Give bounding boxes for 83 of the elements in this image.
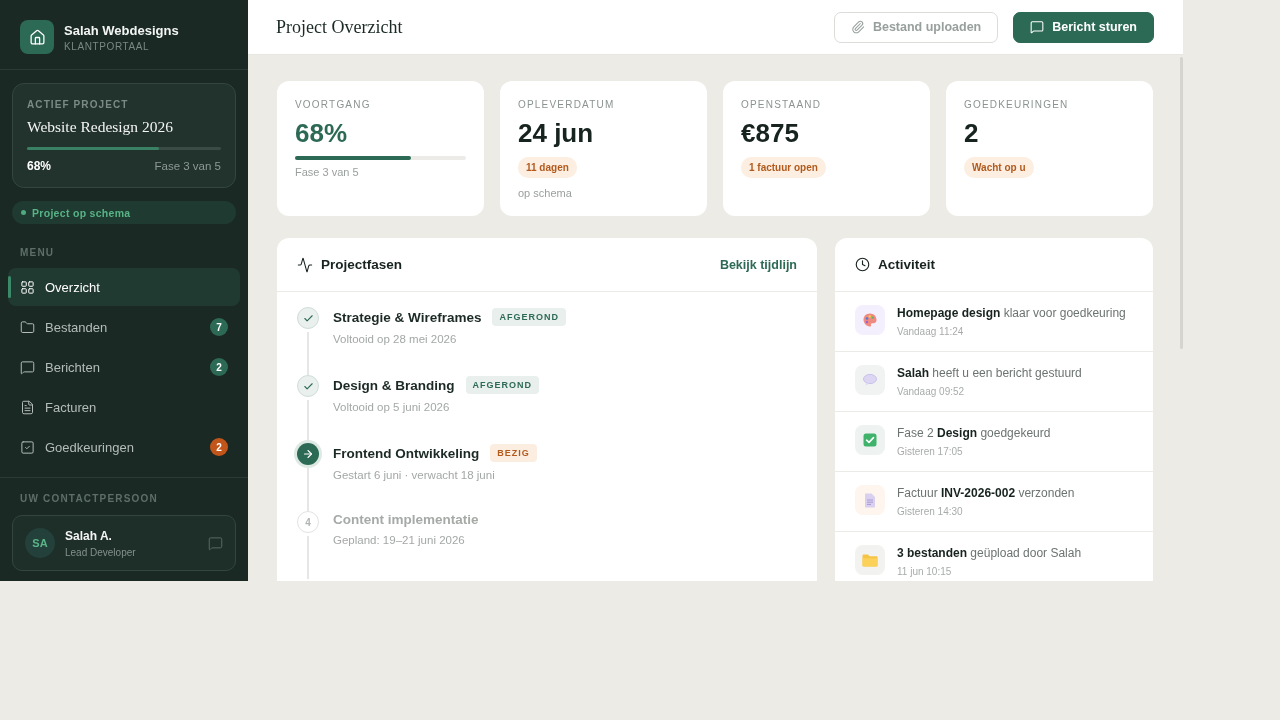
stat-label: OPENSTAAND [741,99,822,110]
nav-item[interactable]: Bestanden 7 [8,308,240,346]
nav-item[interactable]: Overzicht [8,268,240,306]
activity-time: 11 jun 10:15 [897,566,953,577]
activity-text: Homepage design klaar voor goedkeuring [897,306,1126,320]
stat-label: GOEDKEURINGEN [964,99,1069,110]
nav-item[interactable]: Goedkeuringen 2 [8,428,240,466]
checkbox-icon [20,439,35,455]
phase-title: Design & Branding [333,377,455,393]
nav-label: Overzicht [45,279,101,295]
phase-text: Fase 3 van 5 [154,160,221,172]
message-button[interactable]: Bericht sturen [1013,11,1154,43]
avatar-initials: SA [25,528,55,558]
panel-title: Activiteit [878,257,935,272]
phase-detail: Voltooid op 5 juni 2026 [333,401,451,413]
activity-time: Vandaag 11:24 [897,326,965,337]
brand-subtitle: KLANTPORTAAL [64,40,151,52]
stat-value: 24 jun [518,118,594,149]
phase-title: Content implementatie [333,512,479,527]
message-icon[interactable] [208,535,223,551]
stat-label: VOORTGANG [295,99,371,110]
contact-role: Lead Developer [65,546,137,558]
count-badge: 7 [210,318,228,336]
contact-label: UW CONTACTPERSOON [19,493,159,504]
document-icon [855,485,885,515]
palette-icon [855,305,885,335]
phase-detail: Gestart 6 juni · verwacht 18 juni [333,469,496,481]
page-title: Project Overzicht [276,16,403,38]
status-dot [21,210,26,215]
count-badge: 2 [210,438,228,456]
status-tag: Wacht op u [964,157,1034,178]
activity-text: Salah heeft u een bericht gestuurd [897,366,1082,380]
project-name: Website Redesign 2026 [27,118,174,136]
folder-icon [855,545,885,575]
check-icon [297,307,319,329]
brand-name: Salah Webdesigns [64,22,179,38]
stat-note: Fase 3 van 5 [295,166,359,178]
phase-status-tag: BEZIG [490,444,537,462]
stat-value: 68% [295,118,348,149]
status-tag: 11 dagen [518,157,577,178]
activity-text: 3 bestanden geüpload door Salah [897,546,1082,560]
stat-note: op schema [518,187,572,199]
clock-icon [855,257,870,272]
nav-label: Goedkeuringen [45,439,135,455]
progress-percent: 68% [27,159,52,173]
panel-title: Projectfasen [321,257,403,272]
project-label: ACTIEF PROJECT [27,99,130,110]
stat-value: €875 [741,118,799,149]
phase-status-tag: AFGEROND [492,308,566,326]
nav-item[interactable]: Facturen [8,388,240,426]
folder-icon [20,319,35,335]
menu-label: MENU [19,247,56,258]
house-icon [20,20,54,54]
nav-label: Berichten [45,359,101,375]
grid-icon [20,279,35,295]
stat-label: OPLEVERDATUM [518,99,615,110]
activity-text: Factuur INV-2026-002 verzonden [897,486,1075,500]
message-icon [20,359,35,375]
pulse-icon [297,256,313,273]
phase-title: Frontend Ontwikkeling [333,445,480,461]
phase-detail: Gepland: 19–21 juni 2026 [333,534,466,546]
phase-status-tag: AFGEROND [465,376,539,394]
nav-label: Facturen [45,399,98,415]
document-icon [20,399,35,415]
check-icon [855,425,885,455]
activity-time: Gisteren 17:05 [897,446,964,457]
nav-label: Bestanden [45,319,109,335]
phase-detail: Voltooid op 28 mei 2026 [333,333,458,345]
speech-bubble-icon [855,365,885,395]
count-badge: 2 [210,358,228,376]
activity-time: Vandaag 09:52 [897,386,966,397]
stat-value: 2 [964,118,979,149]
contact-name: Salah A. [65,528,113,543]
message-icon [1030,20,1045,34]
paperclip-icon [850,20,865,34]
nav-item[interactable]: Berichten 2 [8,348,240,386]
activity-text: Fase 2 Design goedgekeurd [897,426,1051,440]
timeline-link[interactable]: Bekijk tijdlijn [719,257,797,272]
phase-title: Strategie & Wireframes [333,309,482,325]
activity-time: Gisteren 14:30 [897,506,964,517]
step-number: 4 [297,511,319,533]
status-text: Project op schema [32,206,131,219]
status-tag: 1 factuur open [741,157,826,178]
